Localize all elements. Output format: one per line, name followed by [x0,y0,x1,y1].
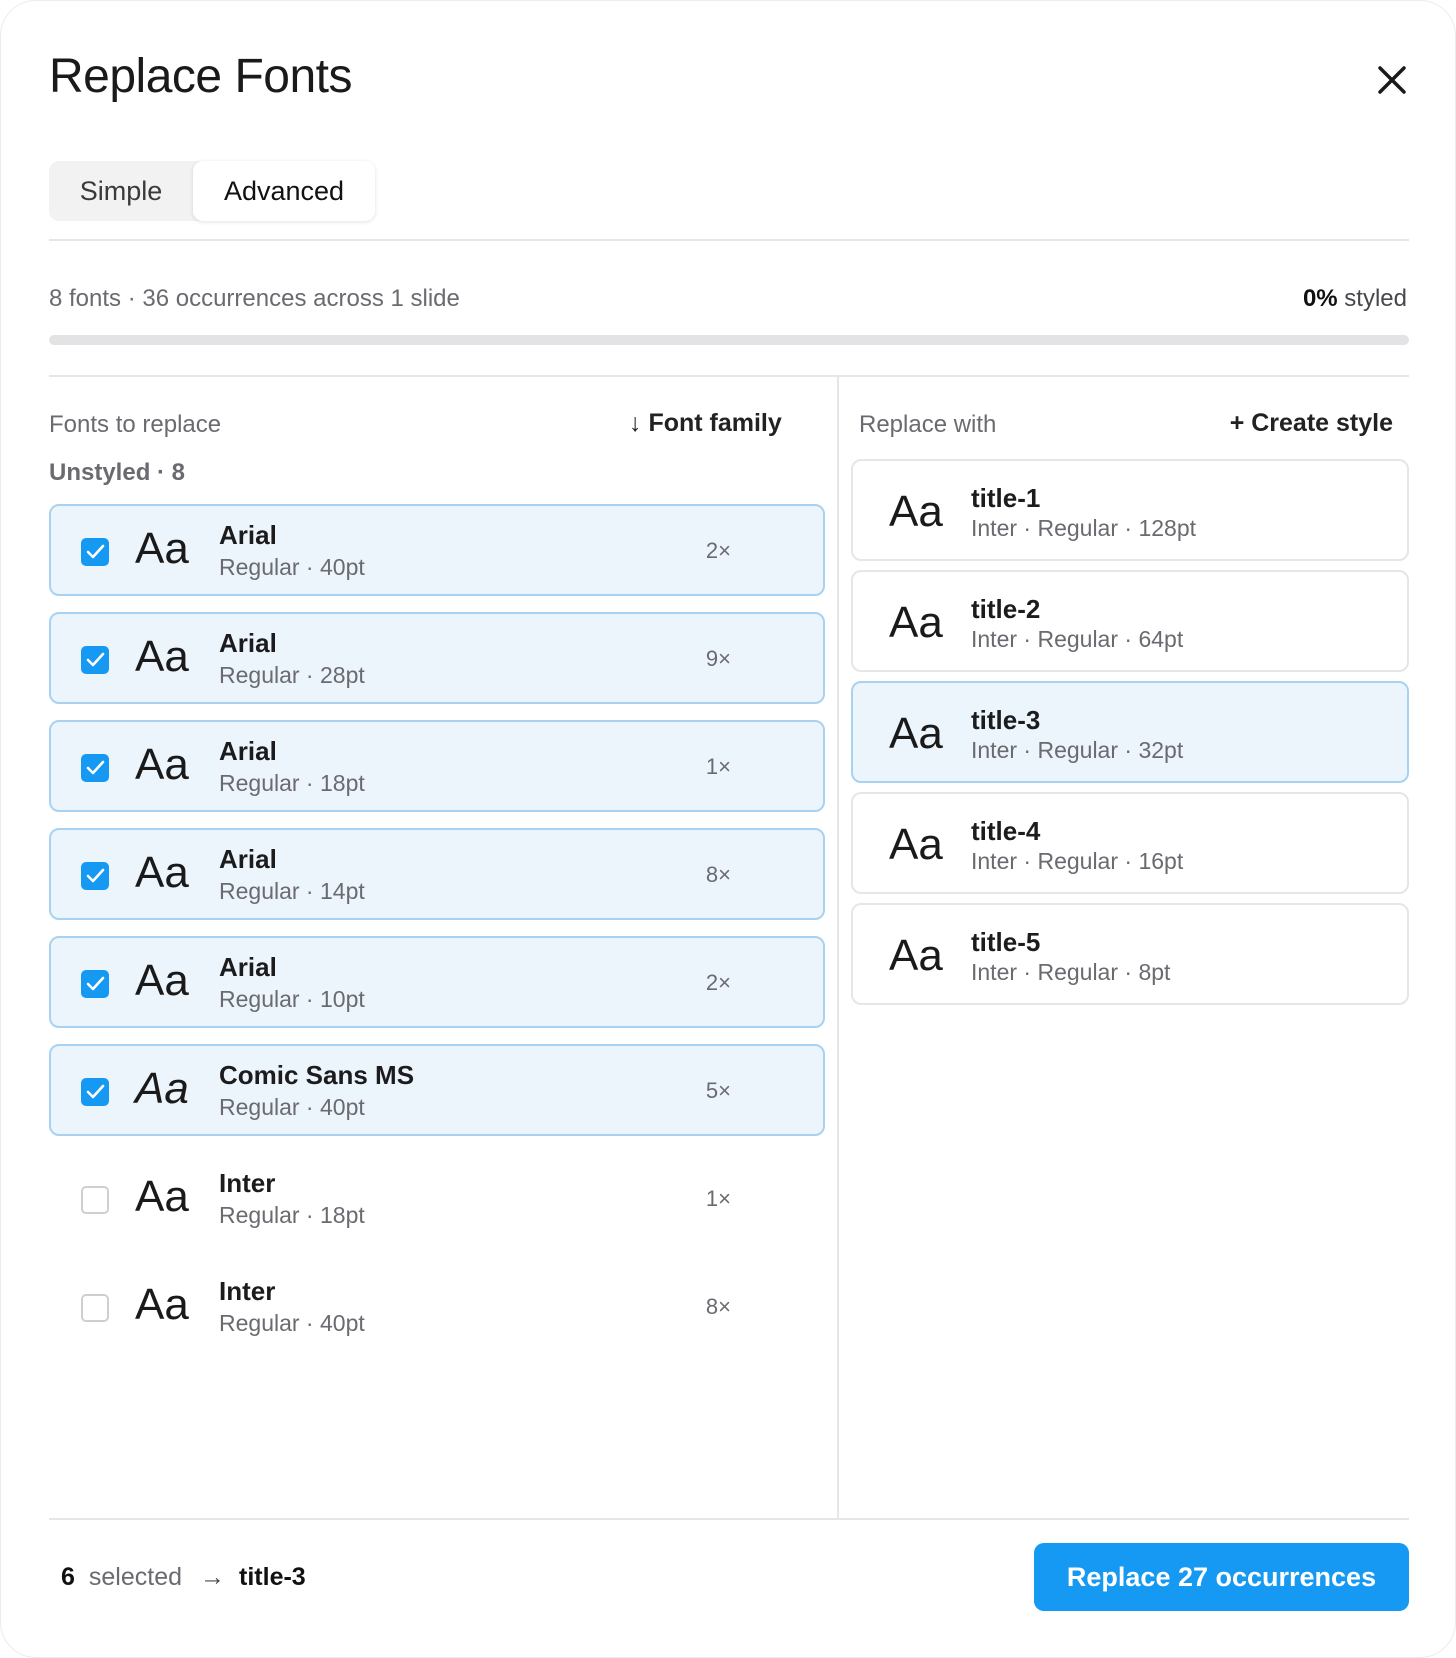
mode-toggle: Simple Advanced [49,161,375,221]
style-preview: Aa [889,487,943,536]
font-detail: Regular · 18pt [219,1202,365,1228]
fonts-list: Aa Arial Regular · 40pt 2× Aa Arial Regu… [49,504,825,1368]
font-name: Inter [219,1168,276,1198]
font-row[interactable]: Aa Arial Regular · 14pt 8× [49,828,825,920]
occurrence-count: 5× [705,1078,731,1103]
occurrence-count: 2× [705,970,731,995]
font-detail: Regular · 40pt [219,554,365,580]
font-row[interactable]: Aa Arial Regular · 18pt 1× [49,720,825,812]
styles-list: Aa title-1 Inter · Regular · 128pt Aa ti… [851,459,1409,1014]
divider [49,1518,1409,1520]
font-name: Arial [219,628,277,658]
checkbox[interactable] [81,970,109,998]
checkbox[interactable] [81,1186,109,1214]
column-divider [837,377,839,1519]
divider [49,239,1409,241]
font-detail: Regular · 40pt [219,1094,365,1120]
occurrence-count: 2× [705,538,731,563]
occurrence-count: 8× [705,862,731,887]
font-row[interactable]: Aa Arial Regular · 10pt 2× [49,936,825,1028]
font-name: Arial [219,844,277,874]
selected-label: selected [88,1563,183,1591]
occurrence-count: 8× [705,1294,731,1319]
font-preview: Aa [135,956,189,1005]
styled-percent: 0% [1302,285,1338,312]
font-name: Arial [219,736,277,766]
font-row[interactable]: Aa Inter Regular · 18pt 1× [49,1152,825,1244]
occurrence-count: 9× [705,646,731,671]
summary-text: 8 fonts · 36 occurrences across 1 slide [49,285,460,312]
style-preview: Aa [889,931,943,980]
font-name: Arial [219,520,277,550]
font-detail: Regular · 18pt [219,770,365,796]
style-card-title-1[interactable]: Aa title-1 Inter · Regular · 128pt [851,459,1409,561]
font-preview: Aa [135,524,189,573]
dialog-title: Replace Fonts [49,50,353,103]
font-row[interactable]: Aa Arial Regular · 40pt 2× [49,504,825,596]
font-detail: Regular · 40pt [219,1310,365,1336]
font-detail: Regular · 28pt [219,662,365,688]
font-preview: Aa [135,848,189,897]
style-detail: Inter · Regular · 8pt [971,959,1171,985]
replace-fonts-dialog: Replace Fonts Simple Advanced 8 fonts · … [0,0,1456,1658]
occurrence-count: 1× [705,754,731,779]
font-name: Arial [219,952,277,982]
occurrence-count: 1× [705,1186,731,1211]
style-card-title-2[interactable]: Aa title-2 Inter · Regular · 64pt [851,570,1409,672]
style-card-title-5[interactable]: Aa title-5 Inter · Regular · 8pt [851,903,1409,1005]
font-row[interactable]: Aa Arial Regular · 28pt 9× [49,612,825,704]
style-name: title-5 [971,927,1041,957]
style-detail: Inter · Regular · 16pt [971,848,1184,874]
create-style-button[interactable]: + Create style [1230,409,1393,438]
style-preview: Aa [889,820,943,869]
fonts-to-replace-header: Fonts to replace [49,411,222,438]
checkbox[interactable] [81,1294,109,1322]
font-name: Inter [219,1276,276,1306]
close-icon[interactable] [1369,57,1415,103]
tab-simple[interactable]: Simple [49,161,193,221]
checkbox[interactable] [81,646,109,674]
target-style: title-3 [239,1563,306,1591]
style-card-title-4[interactable]: Aa title-4 Inter · Regular · 16pt [851,792,1409,894]
font-preview: Aa [135,632,189,681]
font-preview: Aa [135,1172,189,1221]
checkbox[interactable] [81,862,109,890]
font-row[interactable]: Aa Comic Sans MS Regular · 40pt 5× [49,1044,825,1136]
style-name: title-1 [971,483,1041,513]
replace-with-header: Replace with [859,411,997,438]
style-detail: Inter · Regular · 32pt [971,737,1184,763]
style-preview: Aa [889,598,943,647]
style-detail: Inter · Regular · 128pt [971,515,1197,541]
sort-font-family-button[interactable]: ↓ Font family [629,409,782,438]
replace-occurrences-button[interactable]: Replace 27 occurrences [1034,1543,1409,1611]
arrow-right-icon: → [200,1563,226,1591]
style-preview: Aa [889,709,943,758]
style-name: title-2 [971,594,1041,624]
selection-summary: 6 selected → title-3 [61,1563,306,1592]
checkbox[interactable] [81,538,109,566]
font-preview: Aa [135,1280,189,1329]
styled-status: 0% styled [1303,285,1407,313]
font-preview: Aa [135,740,189,789]
styled-progress-bar [49,335,1409,345]
style-detail: Inter · Regular · 64pt [971,626,1184,652]
divider [49,375,1409,377]
font-detail: Regular · 10pt [219,986,365,1012]
font-detail: Regular · 14pt [219,878,365,904]
style-name: title-4 [971,816,1041,846]
font-row[interactable]: Aa Inter Regular · 40pt 8× [49,1260,825,1352]
style-card-title-3[interactable]: Aa title-3 Inter · Regular · 32pt [851,681,1409,783]
selected-count: 6 [61,1563,75,1591]
font-preview: Aa [135,1064,189,1113]
checkbox[interactable] [81,1078,109,1106]
tab-advanced[interactable]: Advanced [193,161,375,221]
checkbox[interactable] [81,754,109,782]
font-name: Comic Sans MS [219,1060,415,1090]
unstyled-group-label: Unstyled · 8 [49,459,186,486]
styled-label: styled [1344,285,1407,312]
style-name: title-3 [971,705,1041,735]
